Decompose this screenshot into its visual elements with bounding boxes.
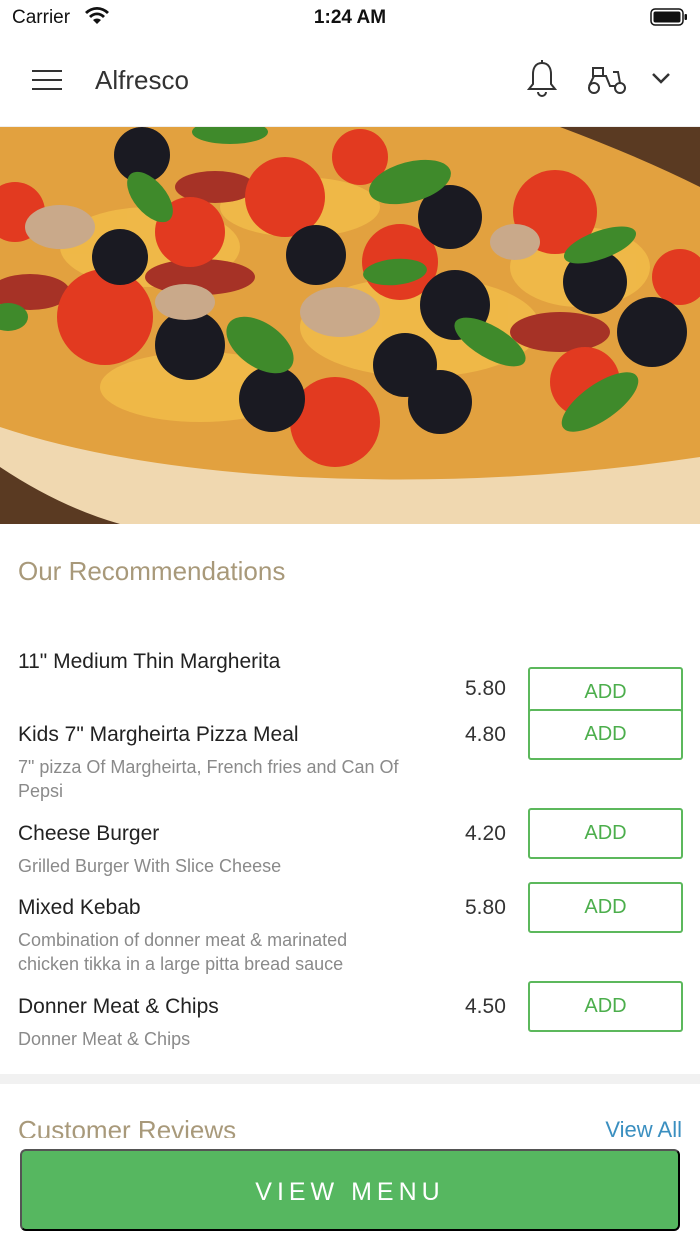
add-button[interactable]: ADD <box>528 882 683 933</box>
battery-icon <box>650 8 687 26</box>
item-description: Combination of donner meat & marinated c… <box>18 930 348 974</box>
add-button[interactable]: ADD <box>528 808 683 859</box>
item-name: Cheese Burger <box>18 822 160 845</box>
item-name: Donner Meat & Chips <box>18 995 219 1018</box>
chevron-down-icon[interactable] <box>650 70 672 86</box>
item-name: Kids 7" Margheirta Pizza Meal <box>18 723 299 746</box>
menu-icon[interactable] <box>32 70 62 92</box>
add-button[interactable]: ADD <box>528 981 683 1032</box>
item-description: Grilled Burger With Slice Cheese <box>18 856 282 876</box>
item-name: Mixed Kebab <box>18 896 141 919</box>
item-price: 5.80 <box>465 677 506 700</box>
pizza-illustration <box>0 127 700 524</box>
scooter-icon[interactable] <box>586 64 628 96</box>
status-time: 1:24 AM <box>313 7 387 28</box>
app-header: Alfresco <box>0 34 700 127</box>
status-bar: Carrier 1:24 AM <box>0 0 700 34</box>
item-description: 7" pizza Of Margheirta, French fries and… <box>18 757 399 801</box>
recommendations-title: Our Recommendations <box>18 556 286 586</box>
item-price: 4.80 <box>465 723 506 746</box>
bell-icon[interactable] <box>526 60 558 98</box>
add-button[interactable]: ADD <box>528 709 683 760</box>
item-price: 4.20 <box>465 822 506 845</box>
view-menu-button[interactable]: VIEW MENU <box>20 1149 680 1231</box>
item-description: Donner Meat & Chips <box>18 1029 191 1049</box>
section-divider <box>0 1074 700 1084</box>
item-price: 5.80 <box>465 896 506 919</box>
item-name: 11" Medium Thin Margherita <box>18 650 281 673</box>
hero-pizza-image <box>0 127 700 524</box>
item-price: 4.50 <box>465 995 506 1018</box>
page-title: Alfresco <box>95 65 189 95</box>
